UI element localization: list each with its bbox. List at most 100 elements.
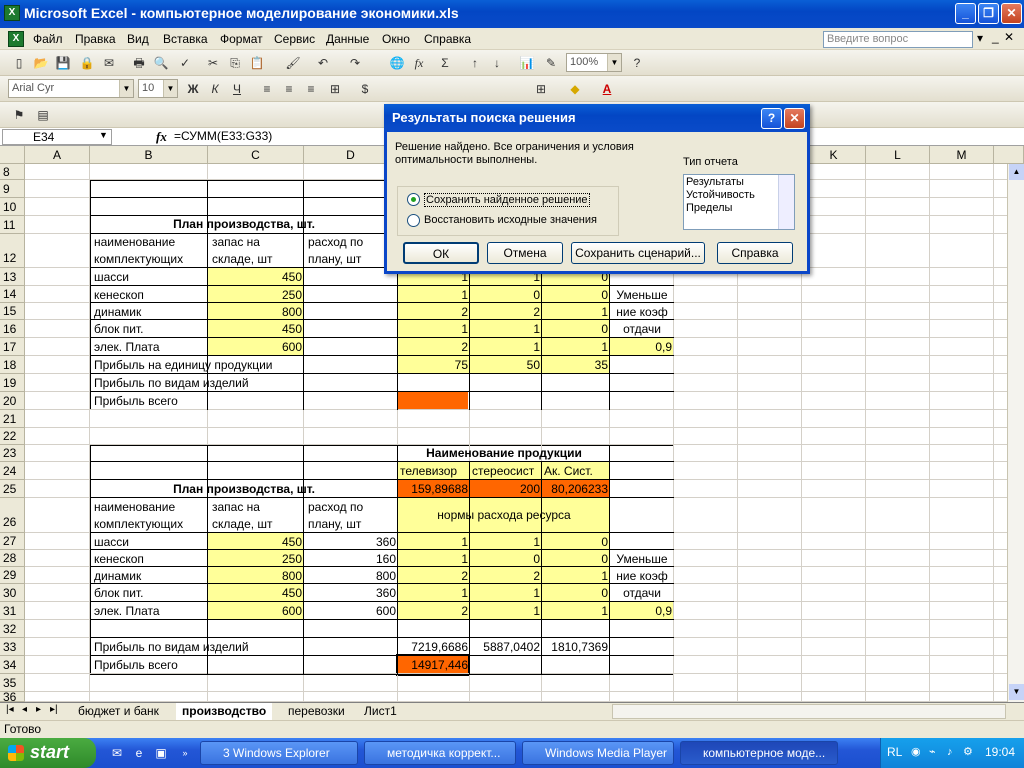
menu-edit[interactable]: Правка [75,32,116,46]
sort-desc-icon[interactable]: ↓ [488,54,506,72]
row-header[interactable]: 14 [0,286,25,303]
doc-minimize-icon[interactable]: _ [992,30,999,44]
r16-h[interactable]: отдачи [610,321,674,337]
r16-e[interactable]: 1 [398,321,470,337]
r33-g[interactable]: 1810,7369 [542,639,610,655]
tray-network-icon[interactable]: ⌁ [929,738,936,767]
r13-c[interactable]: 450 [208,269,304,285]
r31-f[interactable]: 1 [470,603,542,619]
row-header[interactable]: 27 [0,533,25,550]
tab-sheet1[interactable]: Лист1 [358,703,403,720]
row-header[interactable]: 28 [0,550,25,567]
r27-f[interactable]: 1 [470,534,542,550]
report-type-list[interactable]: Результаты Устойчивость Пределы [683,174,795,230]
r30-e[interactable]: 1 [398,585,470,601]
fx-icon[interactable]: fx [156,129,167,145]
spelling-icon[interactable]: ✓ [176,54,194,72]
r24-e[interactable]: телевизор [398,463,470,479]
task-methodology[interactable]: методичка коррект... [364,741,516,765]
r29-d[interactable]: 800 [304,568,398,584]
r27-b[interactable]: шасси [92,534,131,550]
row-header[interactable]: 34 [0,656,25,674]
dialog-help-icon[interactable]: ? [761,108,782,129]
r16-g[interactable]: 0 [542,321,610,337]
row-header[interactable]: 12 [0,234,25,268]
sort-asc-icon[interactable]: ↑ [466,54,484,72]
row-header[interactable]: 32 [0,620,25,638]
minimize-button[interactable]: _ [955,3,976,24]
r15-c[interactable]: 800 [208,304,304,320]
keep-solution-label[interactable]: Сохранить найденное решение [424,193,590,207]
clock[interactable]: 19:04 [985,738,1015,767]
row-header[interactable]: 22 [0,428,25,445]
autosum-icon[interactable]: Σ [436,54,454,72]
col-header-k[interactable]: K [802,146,866,164]
row-header[interactable]: 24 [0,462,25,480]
report-list-scrollbar[interactable] [778,175,794,229]
doc-close-icon[interactable]: ✕ [1004,30,1014,44]
r33-e[interactable]: 7219,6686 [398,639,470,655]
row-header[interactable]: 30 [0,584,25,602]
task-media-player[interactable]: Windows Media Player [522,741,674,765]
report-sensitivity[interactable]: Устойчивость [686,189,755,201]
r27-c[interactable]: 450 [208,534,304,550]
scroll-up-icon[interactable]: ▲ [1009,164,1024,180]
tray-volume-icon[interactable]: ♪ [947,738,953,767]
question-input[interactable]: Введите вопрос [823,31,973,48]
restore-button[interactable]: ❐ [978,3,999,24]
review-icon[interactable]: ⚑ [10,106,28,124]
keep-solution-radio[interactable] [407,193,420,206]
r30-h[interactable]: отдачи [610,585,674,601]
name-box[interactable]: E34 [2,129,112,145]
r14-h[interactable]: Уменьше [610,287,674,303]
r15-h[interactable]: ние коэф [610,304,674,320]
row-header[interactable]: 23 [0,445,25,462]
question-dropdown-icon[interactable]: ▾ [977,31,983,45]
r31-h[interactable]: 0,9 [610,603,674,619]
r24-f[interactable]: стереосист [470,463,542,479]
r16-b[interactable]: блок пит. [92,321,145,337]
row-header[interactable]: 36 [0,691,25,702]
r29-c[interactable]: 800 [208,568,304,584]
cut-icon[interactable]: ✂ [204,54,222,72]
row-header[interactable]: 29 [0,567,25,584]
r31-c[interactable]: 600 [208,603,304,619]
r23-e[interactable]: Наименование продукции [398,445,610,461]
r14-f[interactable]: 0 [470,287,542,303]
r20-b[interactable]: Прибыль всего [92,393,180,409]
row-header[interactable]: 11 [0,216,25,234]
row-header[interactable]: 31 [0,602,25,620]
r28-e[interactable]: 1 [398,551,470,567]
r17-f[interactable]: 1 [470,339,542,355]
report-limits[interactable]: Пределы [686,202,732,214]
save-scenario-button[interactable]: Сохранить сценарий... [571,242,705,264]
r31-g[interactable]: 1 [542,603,610,619]
r14-b[interactable]: кенескоп [92,287,146,303]
menu-window[interactable]: Окно [382,32,410,46]
r25-f[interactable]: 200 [470,481,542,497]
r17-h[interactable]: 0,9 [610,339,674,355]
quicklaunch-outlook-icon[interactable]: ✉ [108,744,126,762]
r24-g[interactable]: Ак. Сист. [542,463,610,479]
r34-e[interactable]: 14917,446 [398,657,470,673]
tab-next-icon[interactable]: ▸ [36,704,41,715]
r19-b[interactable]: Прибыль по видам изделий [92,375,251,391]
restore-values-label[interactable]: Восстановить исходные значения [424,214,597,226]
row-header[interactable]: 26 [0,498,25,533]
zoom-select[interactable]: 100% ▼ [566,53,622,72]
r29-g[interactable]: 1 [542,568,610,584]
comment-icon[interactable]: ▤ [34,106,52,124]
r28-h[interactable]: Уменьше [610,551,674,567]
r15-f[interactable]: 2 [470,304,542,320]
task-excel[interactable]: компьютерное моде... [680,741,838,765]
row-header[interactable]: 16 [0,320,25,338]
new-icon[interactable]: ▯ [10,54,28,72]
menu-view[interactable]: Вид [127,32,149,46]
col-header-n[interactable] [994,146,1024,164]
row-header[interactable]: 21 [0,410,25,428]
r27-e[interactable]: 1 [398,534,470,550]
excel-app-icon[interactable]: X [4,5,20,21]
r33-f[interactable]: 5887,0402 [470,639,542,655]
row-header[interactable]: 18 [0,356,25,374]
quicklaunch-desktop-icon[interactable]: ▣ [152,744,170,762]
